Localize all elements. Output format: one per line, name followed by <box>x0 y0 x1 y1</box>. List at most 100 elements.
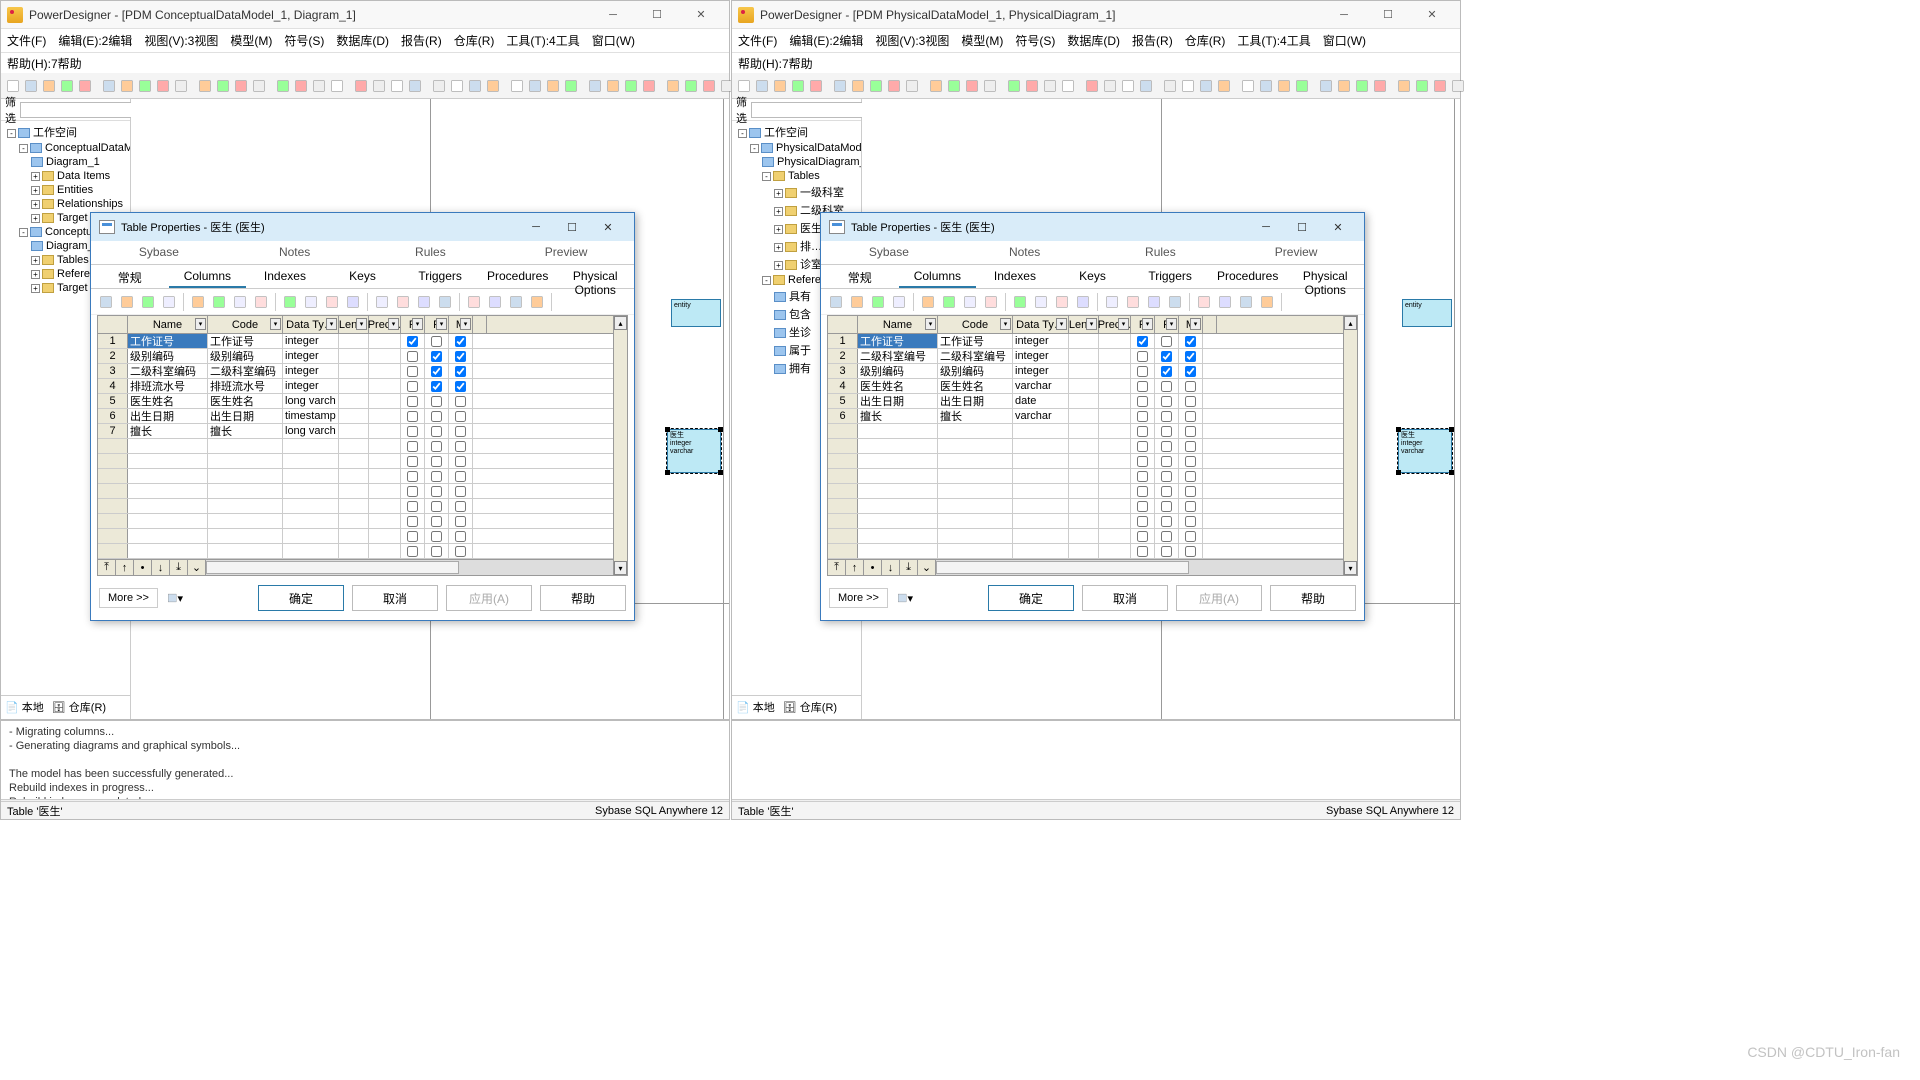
repository-tab[interactable]: 🗄 仓库(R) <box>783 699 837 715</box>
dialog-toolbar-button[interactable] <box>1195 293 1213 311</box>
cell-foreign[interactable] <box>425 409 449 423</box>
menu-item[interactable]: 工具(T):4工具 <box>506 32 579 49</box>
foreign-checkbox[interactable] <box>1161 516 1172 527</box>
grid-nav-button[interactable]: • <box>134 560 152 575</box>
cell-code[interactable] <box>208 514 283 528</box>
cell-primary[interactable] <box>401 454 425 468</box>
cell-length[interactable] <box>1069 424 1099 438</box>
toolbar-button[interactable] <box>5 77 21 95</box>
tree-expander[interactable]: + <box>31 172 40 181</box>
tree-expander[interactable]: + <box>31 186 40 195</box>
apply-button[interactable]: 应用(A) <box>1176 585 1262 611</box>
entity-symbol[interactable]: entity <box>1402 299 1452 327</box>
dialog-toolbar-button[interactable] <box>97 293 115 311</box>
cell-primary[interactable] <box>1131 379 1155 393</box>
dialog-tab[interactable]: Physical Options <box>556 265 634 288</box>
cell-primary[interactable] <box>401 439 425 453</box>
dialog-toolbar-button[interactable] <box>1166 293 1184 311</box>
primary-checkbox[interactable] <box>407 411 418 422</box>
cell-foreign[interactable] <box>425 514 449 528</box>
tree-node[interactable]: PhysicalDiagram_1 <box>734 155 859 169</box>
cell-datatype[interactable]: date <box>1013 394 1069 408</box>
row-number[interactable] <box>98 514 128 528</box>
tree-expander[interactable]: + <box>774 261 783 270</box>
primary-checkbox[interactable] <box>407 441 418 452</box>
toolbar-button[interactable] <box>623 77 639 95</box>
menu-item[interactable]: 窗口(W) <box>1323 32 1366 49</box>
cell-mandatory[interactable] <box>1179 454 1203 468</box>
toolbar-button[interactable] <box>173 77 189 95</box>
toolbar-button[interactable] <box>1414 77 1430 95</box>
dialog-toolbar-button[interactable] <box>890 293 908 311</box>
menu-item[interactable]: 视图(V):3视图 <box>875 32 949 49</box>
dialog-tab[interactable]: Triggers <box>1131 265 1209 288</box>
dialog-toolbar-button[interactable] <box>189 293 207 311</box>
cell-name[interactable]: 工作证号 <box>128 334 208 348</box>
cell-precision[interactable] <box>1099 379 1131 393</box>
cell-code[interactable] <box>208 499 283 513</box>
cell-code[interactable]: 工作证号 <box>208 334 283 348</box>
foreign-checkbox[interactable] <box>1161 441 1172 452</box>
primary-checkbox[interactable] <box>1137 516 1148 527</box>
grid-row[interactable] <box>98 514 627 529</box>
cell-length[interactable] <box>339 529 369 543</box>
cell-name[interactable]: 医生姓名 <box>858 379 938 393</box>
cell-code[interactable]: 医生姓名 <box>938 379 1013 393</box>
grid-nav-button[interactable]: ↓ <box>152 560 170 575</box>
cell-code[interactable] <box>938 499 1013 513</box>
tree-expander[interactable]: + <box>31 284 40 293</box>
tree-expander[interactable]: + <box>774 207 783 216</box>
dialog-toolbar-button[interactable] <box>1258 293 1276 311</box>
cell-length[interactable] <box>1069 349 1099 363</box>
dialog-toolbar-button[interactable] <box>848 293 866 311</box>
cell-length[interactable] <box>339 454 369 468</box>
tree-node[interactable]: Diagram_1 <box>3 155 128 169</box>
foreign-checkbox[interactable] <box>431 456 442 467</box>
grid-header-cell[interactable]: Prec…▾ <box>1099 316 1131 333</box>
cell-code[interactable] <box>208 454 283 468</box>
cell-mandatory[interactable] <box>1179 409 1203 423</box>
toolbar-button[interactable] <box>371 77 387 95</box>
row-number[interactable]: 1 <box>828 334 858 348</box>
grid-hscrollbar[interactable] <box>936 560 1357 575</box>
toolbar-button[interactable] <box>790 77 806 95</box>
cell-precision[interactable] <box>369 334 401 348</box>
cell-code[interactable] <box>938 424 1013 438</box>
cell-mandatory[interactable] <box>1179 439 1203 453</box>
toolbar-button[interactable] <box>1198 77 1214 95</box>
cell-primary[interactable] <box>1131 424 1155 438</box>
cell-primary[interactable] <box>1131 544 1155 558</box>
foreign-checkbox[interactable] <box>1161 396 1172 407</box>
dialog-tab[interactable]: Procedures <box>1209 265 1287 288</box>
cell-mandatory[interactable] <box>1179 514 1203 528</box>
dialog-tab[interactable]: Indexes <box>246 265 324 288</box>
foreign-checkbox[interactable] <box>431 351 442 362</box>
foreign-checkbox[interactable] <box>431 471 442 482</box>
more-button[interactable]: More >> <box>99 588 158 608</box>
tree-node[interactable]: -ConceptualDataModel_1 * <box>3 141 128 155</box>
toolbar-button[interactable] <box>1372 77 1388 95</box>
cell-datatype[interactable] <box>283 514 339 528</box>
grid-header-cell[interactable]: Code▾ <box>938 316 1013 333</box>
cell-length[interactable] <box>1069 484 1099 498</box>
toolbar-button[interactable] <box>485 77 501 95</box>
cell-length[interactable] <box>1069 529 1099 543</box>
cell-datatype[interactable]: integer <box>1013 349 1069 363</box>
dialog-toolbar-button[interactable] <box>1032 293 1050 311</box>
dialog-tab[interactable]: Notes <box>957 241 1093 264</box>
tree-expander[interactable]: + <box>774 225 783 234</box>
toolbar-button[interactable] <box>1120 77 1136 95</box>
cell-precision[interactable] <box>1099 409 1131 423</box>
tree-expander[interactable]: + <box>31 256 40 265</box>
cell-foreign[interactable] <box>425 439 449 453</box>
row-number[interactable]: 5 <box>828 394 858 408</box>
row-number[interactable] <box>98 499 128 513</box>
tree-expander[interactable]: - <box>738 129 747 138</box>
row-number[interactable]: 5 <box>98 394 128 408</box>
menu-item[interactable]: 符号(S) <box>284 32 324 49</box>
row-number[interactable] <box>828 529 858 543</box>
cell-precision[interactable] <box>1099 514 1131 528</box>
grid-nav-button[interactable]: • <box>864 560 882 575</box>
cell-name[interactable] <box>128 529 208 543</box>
toolbar-button[interactable] <box>1024 77 1040 95</box>
